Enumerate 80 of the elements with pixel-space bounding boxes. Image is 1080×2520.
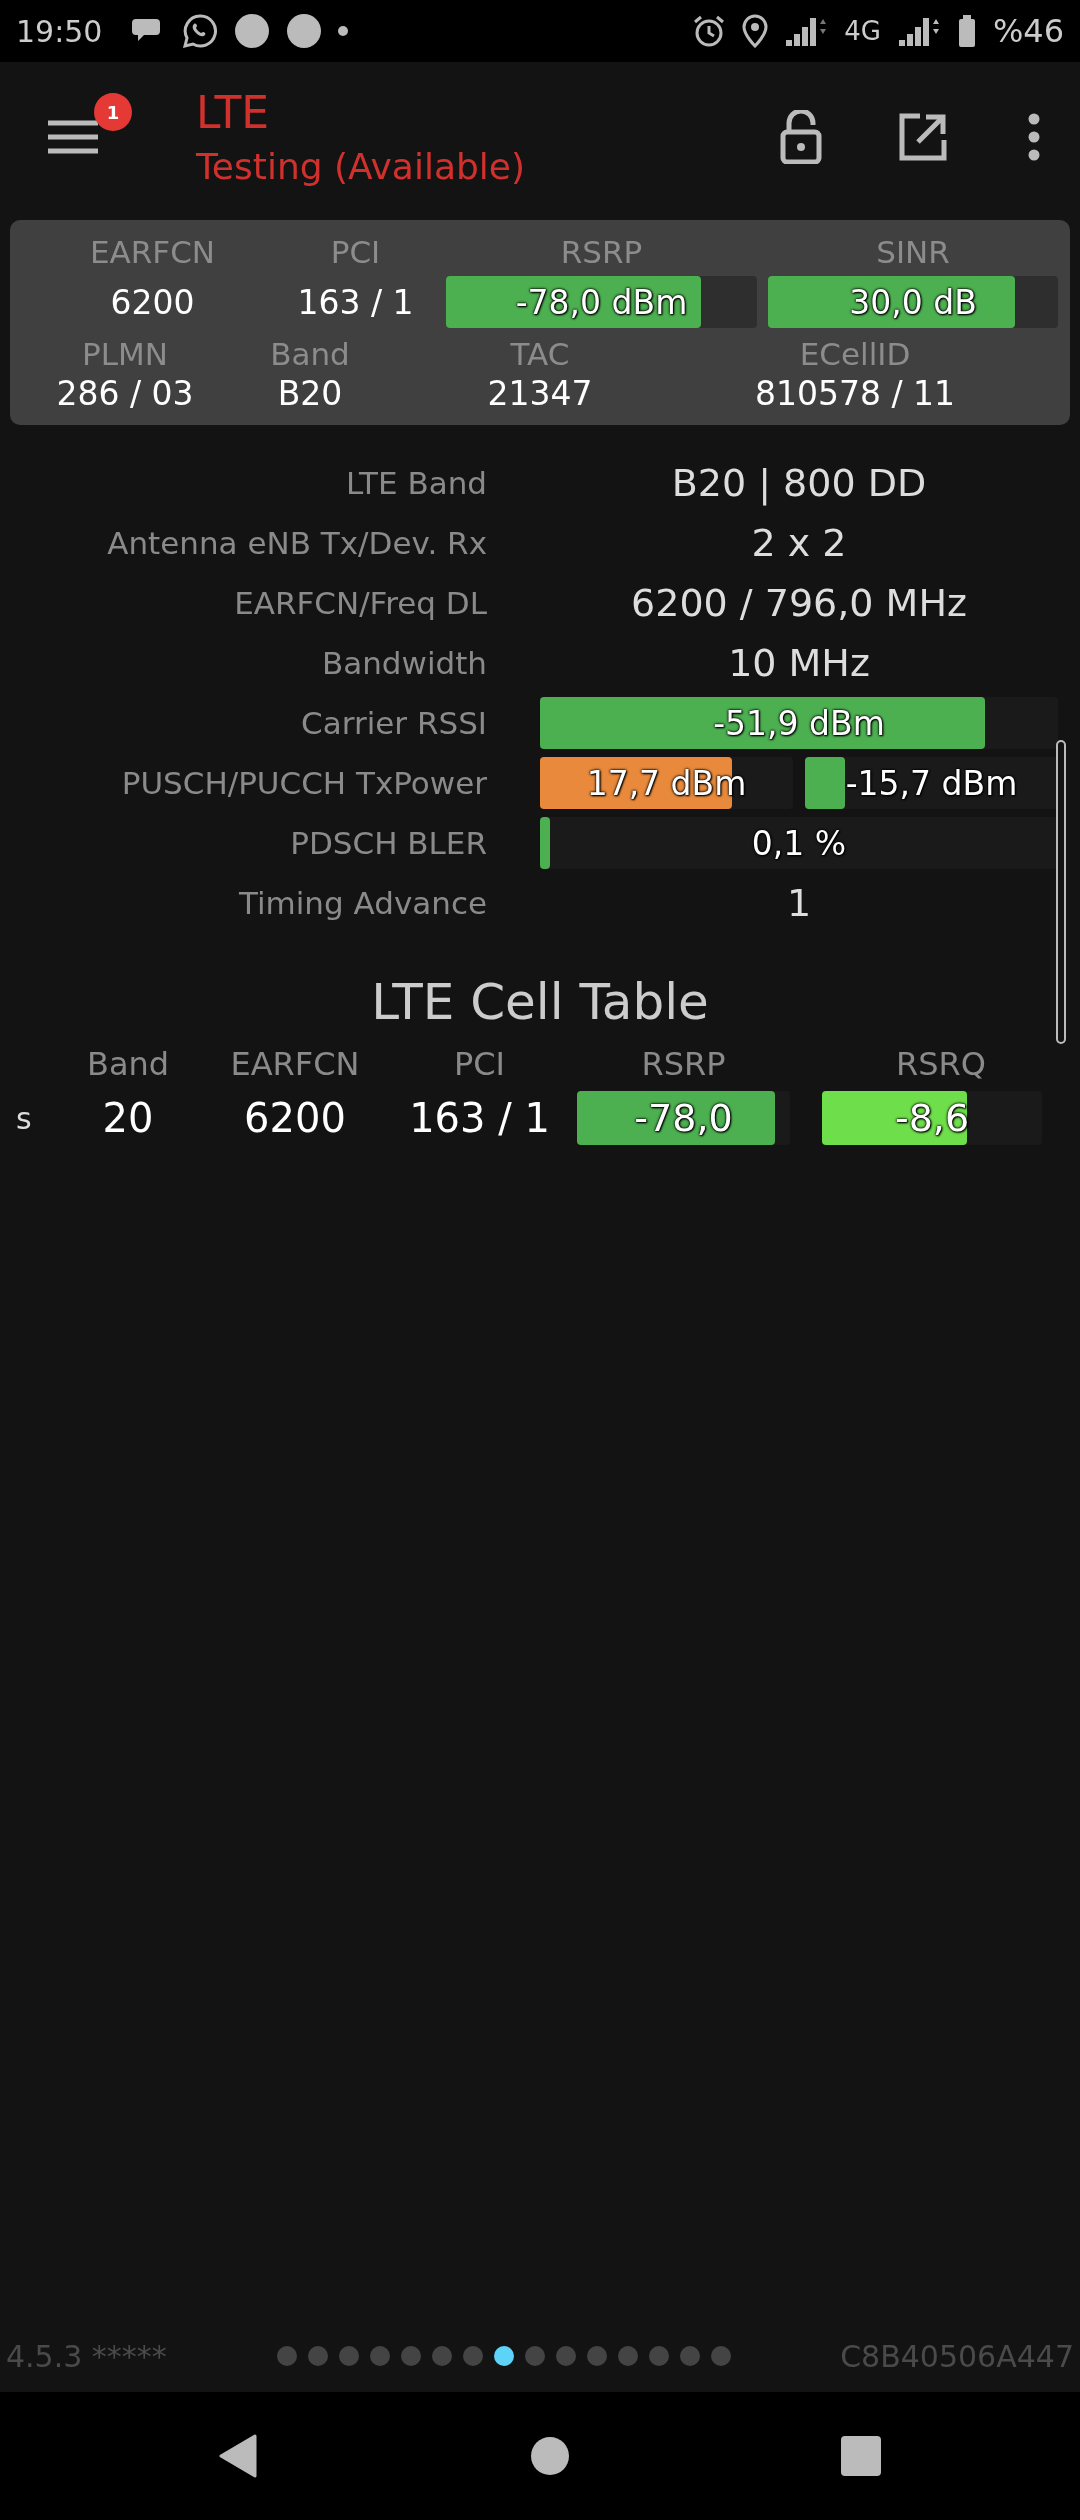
column-header: RSRP	[640, 1045, 727, 1083]
detail-value: 6200 / 796,0 MHz	[630, 581, 968, 625]
summary-label: ECellID	[798, 336, 912, 372]
meter-reading: -78,0 dBm	[515, 282, 688, 322]
detail-value: B20 | 800 DD	[670, 461, 928, 505]
padlock-icon	[780, 110, 822, 164]
meter-reading: -51,9 dBm	[713, 703, 885, 743]
table-cell-text: 163 / 1	[408, 1095, 551, 1141]
home-icon	[531, 2437, 569, 2475]
page-indicator-dot[interactable]	[524, 2346, 545, 2366]
page-indicator-dot[interactable]	[369, 2346, 390, 2366]
detail-label: Carrier RSSI	[300, 705, 487, 741]
network-type: 4G	[844, 16, 881, 46]
page-indicator-dot[interactable]	[338, 2346, 359, 2366]
column-header: Band	[85, 1045, 171, 1083]
page-indicator-dot[interactable]	[586, 2346, 607, 2366]
battery-icon	[956, 14, 977, 48]
page-indicator-dot[interactable]	[431, 2346, 452, 2366]
detail-value: 10 MHz	[727, 641, 871, 685]
notification-badge: 1	[94, 93, 132, 131]
back-icon	[219, 2434, 259, 2478]
circle-icon	[234, 13, 271, 49]
section-title: LTE Cell Table	[370, 973, 710, 1031]
table-cell-text: 6200	[243, 1095, 347, 1141]
meter-reading: 0,1 %	[751, 823, 847, 863]
summary-label: Band	[269, 336, 351, 372]
column-header: PCI	[452, 1045, 507, 1083]
meter-reading: 30,0 dB	[849, 282, 977, 322]
detail-label: PUSCH/PUCCH TxPower	[120, 765, 487, 801]
page-indicator-dot[interactable]	[710, 2346, 731, 2366]
summary-label: RSRP	[559, 234, 644, 270]
phone-bubble-icon	[182, 13, 219, 49]
menu-icon	[48, 119, 98, 155]
detail-value: 2 x 2	[750, 521, 848, 565]
battery-percent: %46	[992, 12, 1064, 50]
page-indicator-dot[interactable]	[617, 2346, 638, 2366]
page-indicator-dot[interactable]	[400, 2346, 421, 2366]
alarm-icon	[692, 14, 727, 48]
summary-value: 21347	[486, 374, 594, 413]
circle-icon	[286, 13, 323, 49]
summary-value: 810578 / 11	[753, 374, 957, 413]
summary-value: 163 / 1	[296, 282, 415, 322]
summary-label: EARFCN	[89, 234, 216, 270]
page-indicator-dot[interactable]	[276, 2346, 297, 2366]
detail-label: PDSCH BLER	[289, 825, 487, 861]
summary-value: 6200	[109, 282, 196, 322]
screen-title: LTE	[196, 87, 271, 138]
scrollbar[interactable]	[1056, 740, 1066, 1044]
summary-label: SINR	[875, 234, 951, 270]
summary-value: B20	[276, 374, 344, 413]
page-indicator-dot[interactable]	[555, 2346, 576, 2366]
table-cell-text: 20	[101, 1095, 155, 1141]
page-indicator-dot[interactable]	[307, 2346, 328, 2366]
more-icon	[1028, 113, 1040, 161]
detail-label: LTE Band	[345, 465, 487, 501]
table-cell-text: s	[15, 1100, 33, 1136]
status-time: 19:50	[16, 13, 103, 49]
meter-reading: -8,6	[894, 1096, 970, 1140]
column-header: RSRQ	[895, 1045, 987, 1083]
detail-label: EARFCN/Freq DL	[233, 585, 487, 621]
detail-value: 1	[785, 881, 813, 925]
detail-label: Timing Advance	[237, 885, 487, 921]
column-header: EARFCN	[229, 1045, 361, 1083]
external-link-icon	[898, 112, 948, 162]
summary-label: TAC	[509, 336, 571, 372]
meter-reading: -78,0	[634, 1096, 733, 1140]
location-icon	[742, 14, 769, 48]
page-indicator-dot[interactable]	[679, 2346, 700, 2366]
dot-icon	[338, 26, 349, 36]
page-indicator-dot[interactable]	[493, 2346, 514, 2366]
screen-subtitle: Testing (Available)	[196, 146, 526, 187]
page-indicator-dot[interactable]	[648, 2346, 669, 2366]
recents-icon	[841, 2436, 881, 2476]
detail-label: Bandwidth	[320, 645, 487, 681]
summary-label: PCI	[329, 234, 382, 270]
page-indicator-dot[interactable]	[462, 2346, 483, 2366]
meter-reading: -15,7 dBm	[845, 763, 1018, 803]
detail-label: Antenna eNB Tx/Dev. Rx	[106, 525, 487, 561]
summary-label: PLMN	[81, 336, 169, 372]
summary-value: 286 / 03	[55, 374, 195, 413]
